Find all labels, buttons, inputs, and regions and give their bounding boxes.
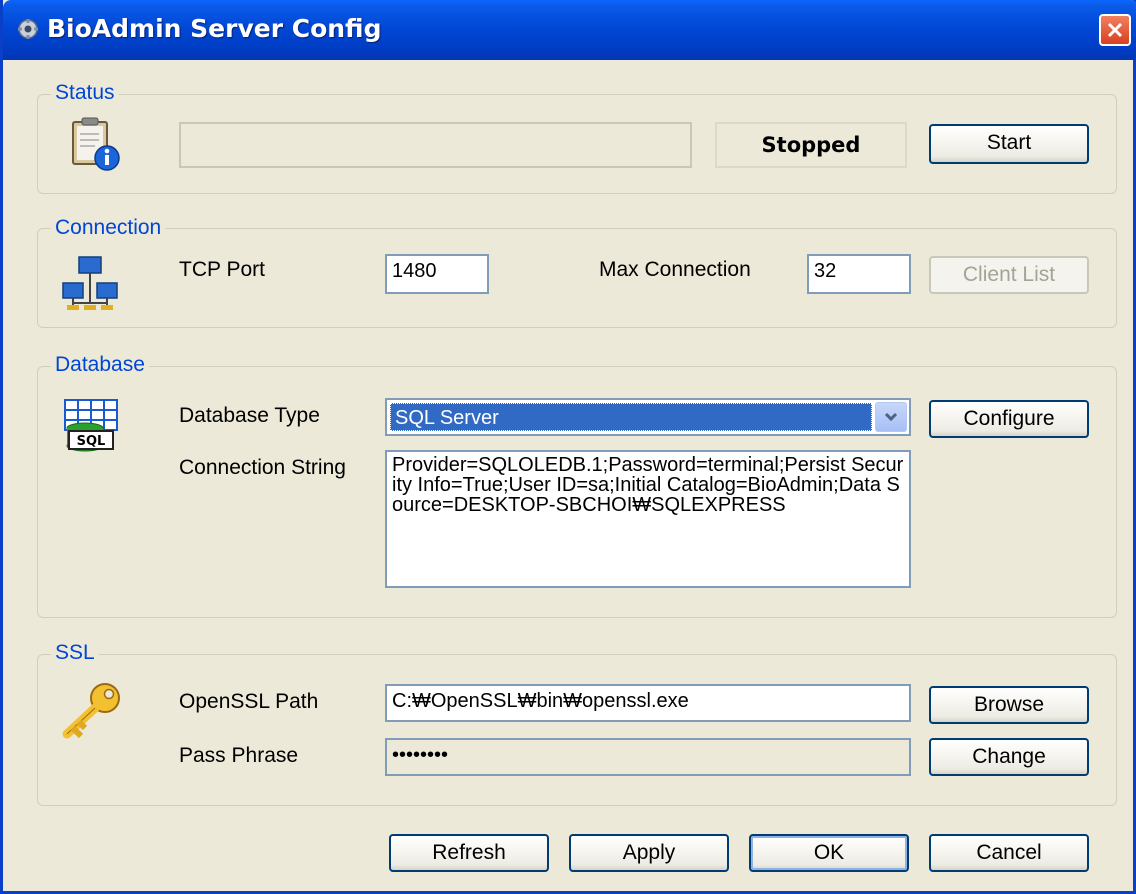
- configure-button[interactable]: Configure: [929, 400, 1089, 438]
- status-group-label: Status: [51, 81, 119, 105]
- config-window: BioAdmin Server Config Status Stopped St…: [0, 0, 1136, 894]
- connection-string-label: Connection String: [179, 456, 346, 479]
- database-type-value: SQL Server: [390, 403, 872, 431]
- pass-phrase-input[interactable]: ••••••••: [385, 738, 911, 776]
- database-type-select[interactable]: SQL Server: [385, 398, 911, 436]
- ok-button[interactable]: OK: [749, 834, 909, 872]
- openssl-path-input[interactable]: C:₩OpenSSL₩bin₩openssl.exe: [385, 684, 911, 722]
- client-list-button[interactable]: Client List: [929, 256, 1089, 294]
- status-progress-bar: [179, 122, 692, 168]
- ssl-group: [37, 654, 1117, 806]
- pass-phrase-label: Pass Phrase: [179, 744, 299, 767]
- change-button[interactable]: Change: [929, 738, 1089, 776]
- tcp-port-label: TCP Port: [179, 258, 265, 281]
- sql-database-icon: SQL: [63, 398, 119, 458]
- close-icon: [1107, 22, 1123, 38]
- max-connection-input[interactable]: 32: [807, 254, 911, 294]
- gear-icon: [17, 18, 39, 40]
- ssl-group-label: SSL: [51, 641, 99, 665]
- refresh-button[interactable]: Refresh: [389, 834, 549, 872]
- clipboard-info-icon: [67, 114, 123, 178]
- key-icon: [57, 680, 127, 746]
- tcp-port-input[interactable]: 1480: [385, 254, 489, 294]
- dropdown-button[interactable]: [875, 402, 907, 432]
- server-status-text: Stopped: [715, 122, 907, 168]
- cancel-button[interactable]: Cancel: [929, 834, 1089, 872]
- database-type-label: Database Type: [179, 404, 320, 427]
- title-bar[interactable]: BioAdmin Server Config: [3, 0, 1136, 60]
- chevron-down-icon: [884, 412, 898, 422]
- network-icon: [61, 255, 119, 315]
- window-title: BioAdmin Server Config: [47, 14, 382, 43]
- connection-group-label: Connection: [51, 216, 166, 240]
- close-button[interactable]: [1099, 14, 1131, 46]
- browse-button[interactable]: Browse: [929, 686, 1089, 724]
- database-group-label: Database: [51, 353, 149, 377]
- max-connection-label: Max Connection: [599, 258, 751, 281]
- start-button[interactable]: Start: [929, 124, 1089, 164]
- apply-button[interactable]: Apply: [569, 834, 729, 872]
- openssl-path-label: OpenSSL Path: [179, 690, 319, 713]
- svg-text:SQL: SQL: [77, 434, 106, 449]
- connection-string-input[interactable]: Provider=SQLOLEDB.1;Password=terminal;Pe…: [385, 450, 911, 588]
